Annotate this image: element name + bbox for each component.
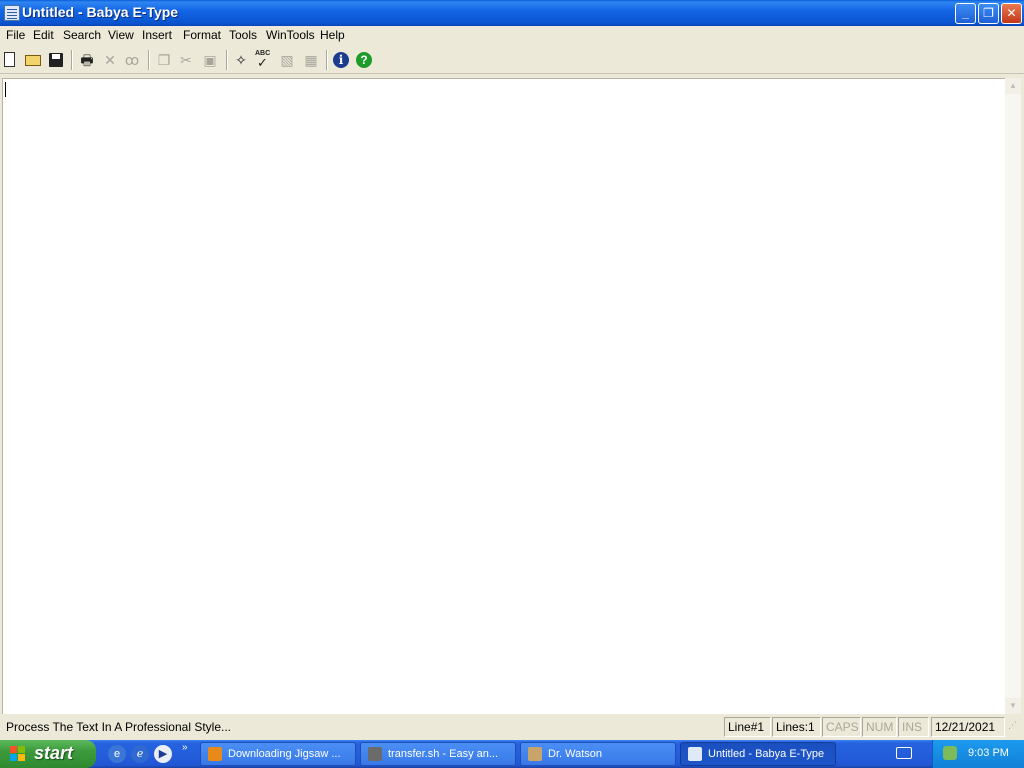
status-line: Line#1 — [724, 717, 771, 737]
spell-check-icon[interactable]: ABC ✓ — [253, 50, 273, 70]
ie-icon[interactable]: e — [108, 745, 126, 763]
menu-tools[interactable]: Tools — [229, 28, 257, 42]
toolbar-separator — [148, 50, 150, 70]
taskbar-button-firefox[interactable]: Downloading Jigsaw ... — [200, 742, 356, 766]
maximize-button[interactable]: ❐ — [978, 3, 999, 24]
start-label: start — [34, 743, 74, 763]
status-lines: Lines:1 — [772, 717, 821, 737]
text-editor[interactable] — [2, 78, 1005, 714]
menu-help[interactable]: Help — [320, 28, 345, 42]
new-document-icon[interactable] — [0, 50, 20, 70]
help-icon[interactable]: ? — [354, 50, 374, 70]
menu-insert[interactable]: Insert — [142, 28, 172, 42]
menu-bar: File Edit Search View Insert Format Tool… — [0, 26, 1024, 46]
toolbar-separator — [71, 50, 73, 70]
scroll-up-icon[interactable]: ▲ — [1005, 78, 1021, 94]
toolbar: 🖶 ✕ ꝏ ❐ ✂ ▣ ✧ ABC ✓ ▧ ▦ i ? — [0, 46, 1024, 74]
clock[interactable]: 9:03 PM — [968, 747, 1009, 759]
scroll-down-icon[interactable]: ▼ — [1005, 698, 1021, 714]
status-bar: Process The Text In A Professional Style… — [0, 716, 1024, 738]
taskbar-button-babya-etype[interactable]: Untitled - Babya E-Type — [680, 742, 836, 766]
open-folder-icon[interactable] — [23, 50, 43, 70]
save-icon[interactable] — [46, 50, 66, 70]
window-title: Untitled - Babya E-Type — [22, 4, 179, 20]
start-button[interactable]: start — [0, 740, 96, 768]
task-label: Untitled - Babya E-Type — [708, 748, 825, 760]
quick-launch-chevron-icon[interactable]: » — [182, 742, 188, 753]
keyboard-language-icon[interactable] — [896, 747, 912, 759]
cut-icon[interactable]: ✂ — [176, 50, 196, 70]
copy-icon[interactable]: ❐ — [154, 50, 174, 70]
media-player-icon[interactable]: ▶ — [154, 745, 172, 763]
minimize-button[interactable]: _ — [955, 3, 976, 24]
babya-etype-icon[interactable] — [4, 5, 20, 21]
magic-wand-icon[interactable]: ✧ — [231, 50, 251, 70]
app-window: Untitled - Babya E-Type _ ❐ ✕ File Edit … — [0, 0, 1024, 740]
vertical-scrollbar[interactable]: ▲ ▼ — [1005, 78, 1021, 714]
task-label: transfer.sh - Easy an... — [388, 748, 499, 760]
taskbar-button-dr-watson[interactable]: Dr. Watson — [520, 742, 676, 766]
paste-icon[interactable]: ▣ — [200, 50, 220, 70]
toolbar-separator — [226, 50, 228, 70]
taskbar: start e ℯ ▶ » Downloading Jigsaw ... tra… — [0, 740, 1024, 768]
windows-flag-icon — [10, 746, 26, 762]
close-button[interactable]: ✕ — [1001, 3, 1022, 24]
menu-edit[interactable]: Edit — [33, 28, 54, 42]
status-ins: INS — [898, 717, 929, 737]
babya-etype-icon — [688, 747, 702, 761]
info-icon[interactable]: i — [331, 50, 351, 70]
delete-icon[interactable]: ✕ — [100, 50, 120, 70]
firefox-icon — [208, 747, 222, 761]
status-num: NUM — [862, 717, 897, 737]
menu-search[interactable]: Search — [63, 28, 101, 42]
task-label: Dr. Watson — [548, 748, 602, 760]
system-tray: 9:03 PM — [932, 740, 1024, 768]
toolbar-separator — [326, 50, 328, 70]
resize-grip-icon[interactable]: ⋰ — [1008, 720, 1022, 736]
task-label: Downloading Jigsaw ... — [228, 748, 341, 760]
ie-edge-icon[interactable]: ℯ — [131, 745, 149, 763]
raccoon-icon — [368, 747, 382, 761]
status-date: 12/21/2021 — [931, 717, 1005, 737]
print-icon[interactable]: 🖶 — [77, 50, 97, 70]
menu-view[interactable]: View — [108, 28, 134, 42]
title-bar[interactable]: Untitled - Babya E-Type _ ❐ ✕ — [0, 0, 1024, 26]
menu-wintools[interactable]: WinTools — [266, 28, 315, 42]
replace-icon[interactable]: ▧ — [277, 50, 297, 70]
text-caret — [5, 82, 6, 97]
status-message: Process The Text In A Professional Style… — [6, 720, 232, 734]
status-caps: CAPS — [822, 717, 861, 737]
find-binoculars-icon[interactable]: ꝏ — [122, 50, 142, 70]
menu-format[interactable]: Format — [183, 28, 221, 42]
dr-watson-icon — [528, 747, 542, 761]
network-icon[interactable] — [943, 746, 957, 760]
taskbar-button-transfer[interactable]: transfer.sh - Easy an... — [360, 742, 516, 766]
menu-file[interactable]: File — [6, 28, 25, 42]
document-properties-icon[interactable]: ▦ — [301, 50, 321, 70]
